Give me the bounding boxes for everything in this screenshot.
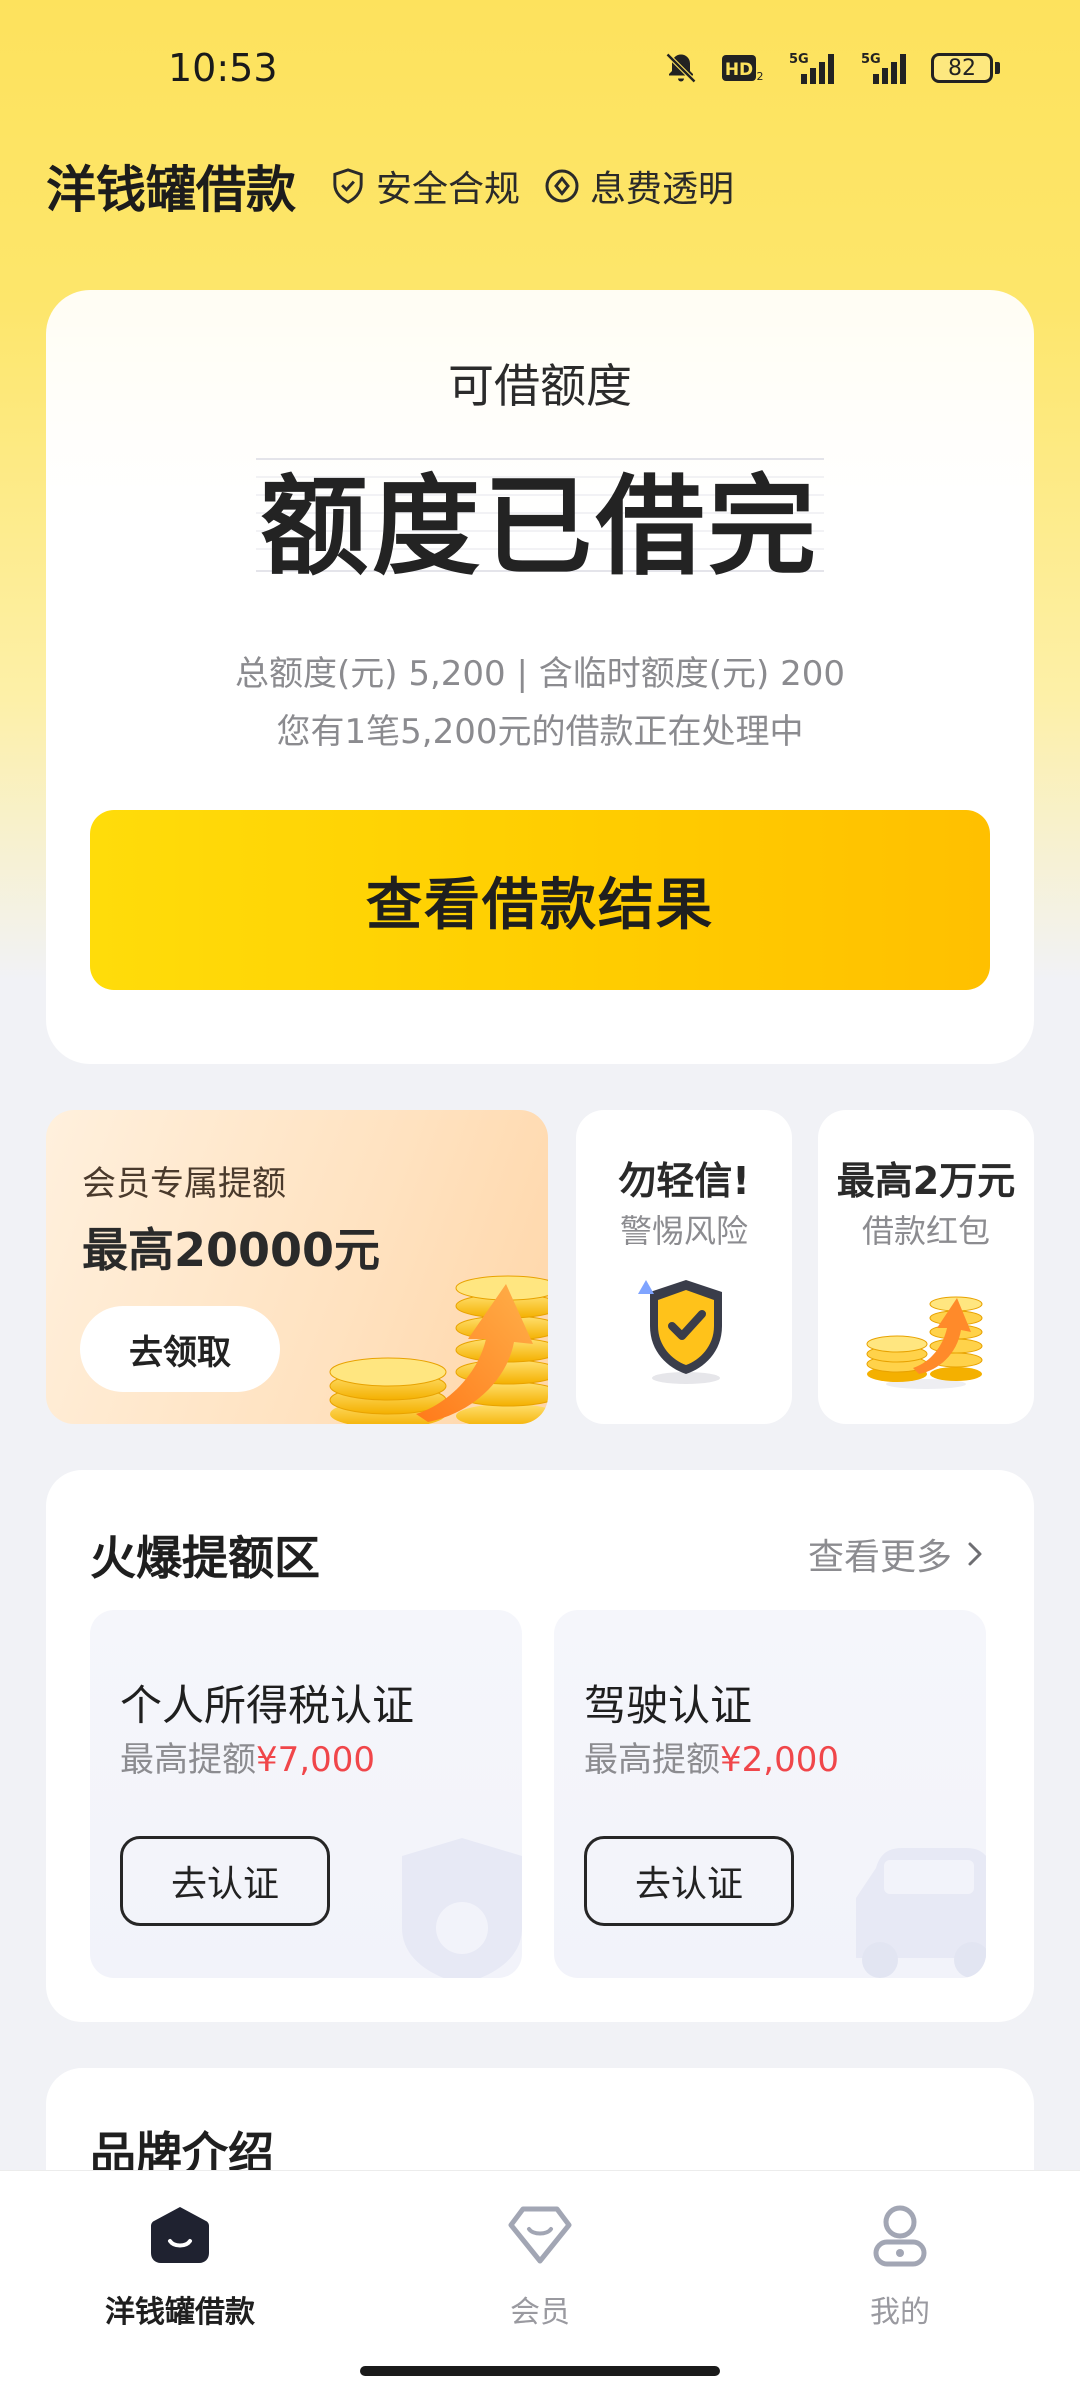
member-icon xyxy=(508,2206,572,2264)
status-time: 10:53 xyxy=(168,46,278,90)
car-icon xyxy=(856,1848,986,1978)
profile-icon xyxy=(873,2205,927,2267)
tag-compliance: 安全合规 xyxy=(330,160,520,212)
driving-cert-card[interactable]: 驾驶认证 最高提额¥2,000 去认证 xyxy=(554,1610,986,1978)
nav-label-profile: 我的 xyxy=(870,2295,930,2330)
tax-cert-name: 个人所得税认证 xyxy=(120,1681,415,1730)
tag-transparent: 息费透明 xyxy=(544,160,734,212)
signal-5g-icon-2: 5G xyxy=(859,50,909,86)
diamond-coin-icon xyxy=(545,169,579,203)
tax-cert-lift-amount: ¥7,000 xyxy=(256,1740,375,1780)
risk-warning-card[interactable]: 勿轻信! 警惕风险 xyxy=(576,1110,792,1424)
home-icon xyxy=(151,2207,209,2263)
quota-card: 可借额度 额度已借完 总额度(元) 5,200 | 含临时额度(元) 200 您… xyxy=(46,290,1034,1064)
shield-badge-icon xyxy=(638,1280,722,1384)
member-promo-card[interactable]: 会员专属提额 最高20000元 去领取 xyxy=(46,1110,548,1424)
signal-5g-icon-1: 5G xyxy=(787,50,837,86)
quota-label: 可借额度 xyxy=(448,359,632,413)
claim-button[interactable]: 去领取 xyxy=(80,1306,280,1392)
nav-label-member: 会员 xyxy=(510,2295,570,2330)
screen: 10:53 HD 2 5G 5G 82 洋钱罐借款 安全合规 息费透明 可借额度… xyxy=(0,0,1080,2400)
app-title: 洋钱罐借款 xyxy=(46,161,296,219)
driving-cert-lift: 最高提额¥2,000 xyxy=(584,1732,839,1781)
hot-section-title: 火爆提额区 xyxy=(90,1531,320,1585)
shield-check-icon xyxy=(333,168,363,204)
nav-item-member[interactable]: 会员 xyxy=(420,2195,660,2331)
coins-small-icon xyxy=(866,1296,983,1389)
processing-note: 您有1笔5,200元的借款正在处理中 xyxy=(276,712,804,752)
view-loan-result-button[interactable]: 查看借款结果 xyxy=(90,810,990,990)
battery-icon: 82 xyxy=(931,53,1000,83)
see-more-label: 查看更多 xyxy=(807,1537,952,1578)
see-more-link[interactable]: 查看更多 xyxy=(808,1528,984,1580)
driving-cert-button[interactable]: 去认证 xyxy=(584,1836,794,1926)
tax-cert-button[interactable]: 去认证 xyxy=(120,1836,330,1926)
driving-cert-name: 驾驶认证 xyxy=(584,1681,753,1730)
driving-cert-lift-prefix: 最高提额 xyxy=(584,1740,720,1780)
home-indicator[interactable] xyxy=(360,2366,720,2376)
nav-label-loan: 洋钱罐借款 xyxy=(105,2295,255,2330)
net1-text: 5G xyxy=(789,52,809,67)
redpacket-card[interactable]: 最高2万元 借款红包 xyxy=(818,1110,1034,1424)
tax-cert-lift: 最高提额¥7,000 xyxy=(120,1732,375,1781)
net2-text: 5G xyxy=(861,52,881,67)
tag-transparent-label: 息费透明 xyxy=(590,169,735,210)
risk-line2: 警惕风险 xyxy=(619,1212,748,1250)
hd-sub-text: 2 xyxy=(757,70,764,83)
app-header: 洋钱罐借款 安全合规 息费透明 xyxy=(46,150,758,222)
coins-arrow-icon xyxy=(329,1275,548,1424)
redpacket-line1: 最高2万元 xyxy=(836,1159,1016,1203)
bell-mute-icon xyxy=(663,50,699,86)
hd-icon: HD 2 xyxy=(721,50,765,86)
status-icons: HD 2 5G 5G 82 xyxy=(663,50,1000,86)
nav-item-profile[interactable]: 我的 xyxy=(780,2195,1020,2331)
quota-value: 额度已借完 xyxy=(259,465,820,590)
quota-total-line: 总额度(元) 5,200 | 含临时额度(元) 200 xyxy=(235,654,845,694)
chevron-right-icon xyxy=(968,1542,982,1566)
tax-cert-lift-prefix: 最高提额 xyxy=(120,1740,256,1780)
shield-bag-icon xyxy=(402,1838,522,1978)
hot-lift-section: 火爆提额区 查看更多 个人所得税认证 最高提额¥7,000 去认证 驾驶认证 最… xyxy=(46,1470,1034,2022)
nav-item-loan[interactable]: 洋钱罐借款 xyxy=(60,2195,300,2331)
battery-level: 82 xyxy=(931,53,993,83)
member-promo-sub: 会员专属提额 xyxy=(82,1164,286,1204)
redpacket-line2: 借款红包 xyxy=(861,1212,990,1250)
tax-cert-card[interactable]: 个人所得税认证 最高提额¥7,000 去认证 xyxy=(90,1610,522,1978)
hd-text: HD xyxy=(725,60,753,80)
status-bar: 10:53 HD 2 5G 5G 82 xyxy=(0,0,1080,140)
driving-cert-lift-amount: ¥2,000 xyxy=(720,1740,839,1780)
tag-compliance-label: 安全合规 xyxy=(376,169,521,210)
risk-line1: 勿轻信! xyxy=(618,1159,750,1203)
